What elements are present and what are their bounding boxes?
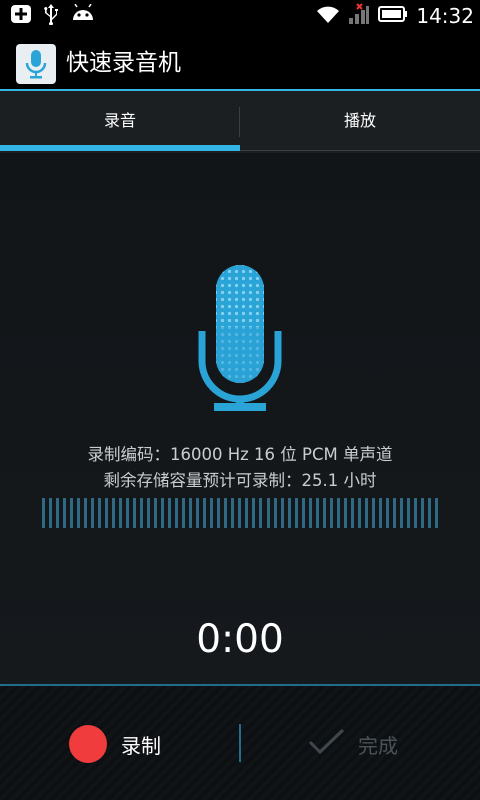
- app-icon[interactable]: [16, 44, 56, 84]
- remaining-storage-info: 剩余存储容量预计可录制：25.1 小时: [103, 471, 377, 490]
- level-meter-segment: [420, 498, 424, 528]
- level-meter-segment: [70, 498, 74, 528]
- level-meter-segment: [294, 498, 298, 528]
- level-meter-segment: [203, 498, 207, 528]
- level-meter-segment: [350, 498, 354, 528]
- tab-selected-indicator: [0, 145, 240, 151]
- level-meter-segment: [413, 498, 417, 528]
- level-meter-segment: [245, 498, 249, 528]
- level-meter-segment: [161, 498, 165, 528]
- recorder-panel: 录制编码：16000 Hz 16 位 PCM 单声道 剩余存储容量预计可录制：2…: [0, 153, 480, 684]
- level-meter: [42, 498, 438, 528]
- level-meter-segment: [364, 498, 368, 528]
- microphone-icon: [198, 261, 282, 417]
- level-meter-segment: [336, 498, 340, 528]
- done-button-label: 完成: [358, 733, 398, 758]
- level-meter-segment: [77, 498, 81, 528]
- level-meter-segment: [343, 498, 347, 528]
- tab-bottom-line: [240, 150, 480, 151]
- level-meter-segment: [105, 498, 109, 528]
- level-meter-segment: [392, 498, 396, 528]
- level-meter-segment: [266, 498, 270, 528]
- level-meter-segment: [280, 498, 284, 528]
- app-title: 快速录音机: [66, 50, 181, 76]
- status-bar: 14:32: [0, 0, 480, 32]
- level-meter-segment: [49, 498, 53, 528]
- level-meter-segment: [42, 498, 45, 528]
- done-button[interactable]: 完成: [306, 722, 398, 766]
- level-meter-segment: [378, 498, 382, 528]
- tab-playback[interactable]: 播放: [240, 91, 480, 153]
- level-meter-segment: [357, 498, 361, 528]
- level-meter-segment: [210, 498, 214, 528]
- level-meter-segment: [175, 498, 179, 528]
- level-meter-segment: [98, 498, 102, 528]
- level-meter-segment: [273, 498, 277, 528]
- level-meter-segment: [406, 498, 410, 528]
- level-meter-segment: [259, 498, 263, 528]
- status-bar-notifications: [10, 3, 96, 29]
- level-meter-segment: [399, 498, 403, 528]
- level-meter-segment: [322, 498, 326, 528]
- level-meter-segment: [371, 498, 375, 528]
- level-meter-segment: [196, 498, 200, 528]
- bottom-bar-divider: [239, 724, 241, 762]
- level-meter-segment: [119, 498, 123, 528]
- level-meter-segment: [63, 498, 67, 528]
- level-meter-segment: [329, 498, 333, 528]
- level-meter-segment: [56, 498, 60, 528]
- level-meter-segment: [385, 498, 389, 528]
- usb-icon: [42, 3, 60, 29]
- microphone-icon: [16, 50, 56, 88]
- tab-record[interactable]: 录音: [0, 91, 240, 153]
- level-meter-segment: [84, 498, 88, 528]
- wifi-icon: [316, 4, 340, 28]
- level-meter-segment: [126, 498, 130, 528]
- status-bar-system: 14:32: [316, 3, 474, 29]
- no-signal-icon: [348, 3, 370, 29]
- record-dot-icon: [69, 725, 107, 763]
- level-meter-segment: [427, 498, 431, 528]
- level-meter-segment: [112, 498, 116, 528]
- level-meter-segment: [301, 498, 305, 528]
- action-bar: 快速录音机: [0, 32, 480, 90]
- level-meter-segment: [168, 498, 172, 528]
- add-icon: [10, 4, 32, 28]
- level-meter-segment: [189, 498, 193, 528]
- level-meter-segment: [91, 498, 95, 528]
- record-button-label: 录制: [121, 733, 161, 758]
- level-meter-segment: [217, 498, 221, 528]
- android-icon: [70, 3, 96, 28]
- level-meter-segment: [315, 498, 319, 528]
- level-meter-segment: [140, 498, 144, 528]
- battery-icon: [378, 5, 408, 27]
- level-meter-segment: [287, 498, 291, 528]
- level-meter-segment: [182, 498, 186, 528]
- bottom-bar-top-line: [0, 684, 480, 686]
- level-meter-segment: [224, 498, 228, 528]
- status-bar-clock: 14:32: [416, 4, 474, 28]
- record-button[interactable]: 录制: [60, 722, 161, 766]
- level-meter-segment: [154, 498, 158, 528]
- level-meter-segment: [147, 498, 151, 528]
- level-meter-segment: [133, 498, 137, 528]
- level-meter-segment: [238, 498, 242, 528]
- checkmark-icon: [306, 727, 346, 761]
- tab-bar: 录音 播放: [0, 91, 480, 153]
- level-meter-segment: [231, 498, 235, 528]
- elapsed-timer: 0:00: [196, 617, 284, 662]
- level-meter-segment: [252, 498, 256, 528]
- level-meter-segment: [308, 498, 312, 528]
- level-meter-segment: [434, 498, 438, 528]
- encoding-info: 录制编码：16000 Hz 16 位 PCM 单声道: [87, 445, 393, 464]
